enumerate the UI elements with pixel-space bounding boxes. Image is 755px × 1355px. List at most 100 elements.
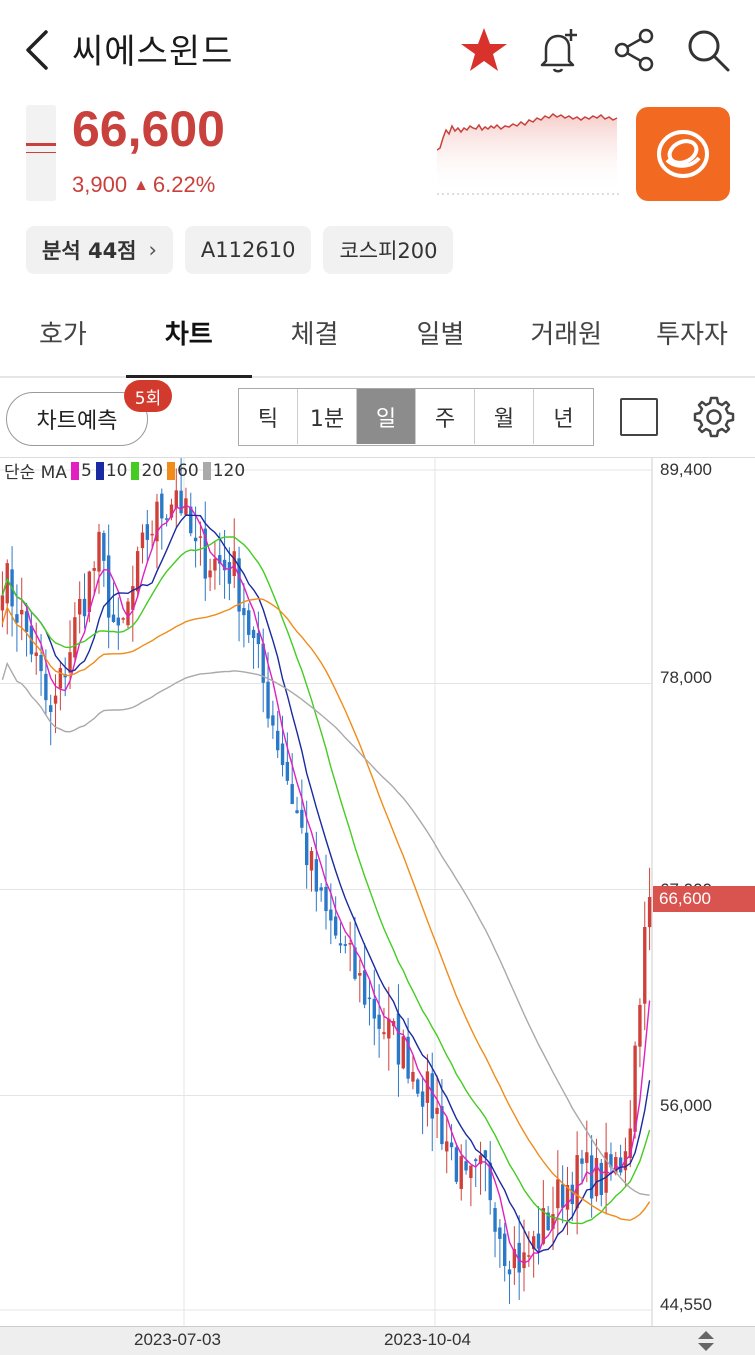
- candle-body: [39, 655, 43, 672]
- candle-body: [647, 897, 652, 928]
- page-title: 씨에스윈드: [72, 32, 234, 72]
- share-icon: [614, 28, 654, 72]
- candle-body: [285, 761, 290, 781]
- chart-toolbar: 차트예측 5회 틱 1분 일 주 월 년: [0, 380, 755, 458]
- candle-body: [150, 533, 154, 536]
- alert-button[interactable]: [532, 24, 584, 76]
- bell-plus-icon: [540, 29, 577, 73]
- day-range-bar: [26, 105, 56, 201]
- x-tick-label: 2023-10-04: [384, 1330, 471, 1349]
- tab-brokers[interactable]: 거래원: [503, 300, 629, 376]
- candle-body: [416, 1079, 420, 1094]
- y-tick-label: 78,000: [660, 668, 712, 687]
- intraday-mini-chart: [437, 113, 619, 195]
- candle-body: [338, 943, 343, 946]
- candle-body: [401, 1036, 405, 1069]
- candle-body: [396, 1013, 401, 1065]
- share-button[interactable]: [608, 24, 660, 76]
- stock-code-chip: A112610: [184, 226, 312, 274]
- candle-body: [314, 859, 319, 892]
- tab-bar: 호가 차트 체결 일별 거래원 투자자: [0, 300, 755, 378]
- candle-body: [53, 695, 58, 704]
- candle-body: [174, 490, 178, 509]
- period-year[interactable]: 년: [534, 389, 593, 444]
- candle-body: [556, 1179, 560, 1209]
- candle-body: [358, 973, 362, 976]
- chevron-left-icon: [26, 30, 48, 70]
- candle-body: [449, 1142, 454, 1148]
- candlestick-plot[interactable]: [0, 458, 755, 1355]
- tab-investors[interactable]: 투자자: [629, 300, 755, 376]
- candle-body: [382, 1032, 386, 1035]
- period-day[interactable]: 일: [357, 389, 416, 444]
- ma-10-label: 10: [105, 460, 128, 481]
- candle-body: [44, 673, 48, 701]
- candle-body: [280, 743, 285, 766]
- candle-body: [15, 614, 19, 623]
- candle-body: [73, 617, 77, 658]
- expand-arrows-icon[interactable]: [696, 1329, 716, 1353]
- period-tick[interactable]: 틱: [239, 389, 298, 444]
- candle-body: [24, 611, 29, 632]
- ma-5-label: 5: [80, 460, 92, 481]
- period-1min[interactable]: 1분: [298, 389, 357, 444]
- candle-body: [20, 609, 24, 615]
- candle-body: [164, 518, 169, 520]
- candle-body: [503, 1233, 507, 1267]
- fullscreen-checkbox-icon[interactable]: [620, 398, 658, 436]
- candle-body: [121, 618, 125, 620]
- candle-body: [145, 524, 149, 540]
- day-range-marker: [26, 143, 56, 153]
- candle-body: [49, 705, 53, 712]
- candle-body: [77, 598, 82, 615]
- candle-body: [522, 1252, 526, 1269]
- candle-body: [580, 1158, 584, 1164]
- change-amount: 3,900: [72, 172, 128, 197]
- candle-body: [430, 1073, 434, 1119]
- tab-daily[interactable]: 일별: [377, 300, 503, 376]
- star-icon: [461, 28, 507, 71]
- y-tick-label: 44,550: [660, 1295, 712, 1314]
- price-chart[interactable]: 단순 MA 5 10 20 60 120 89,400 78,000 67,00…: [0, 458, 755, 1355]
- candle-body: [116, 617, 121, 626]
- candle-body: [329, 909, 333, 921]
- candle-body: [213, 558, 217, 571]
- candle-body: [527, 1255, 531, 1257]
- search-button[interactable]: [682, 24, 734, 76]
- candle-body: [304, 832, 309, 866]
- period-month[interactable]: 월: [475, 389, 534, 444]
- candle-body: [111, 614, 116, 623]
- predict-count-badge: 5회: [124, 380, 172, 412]
- ma-20-label: 20: [141, 460, 164, 481]
- candle-body: [575, 1155, 579, 1209]
- candle-body: [276, 730, 280, 751]
- candle-body: [367, 997, 372, 1000]
- candle-body: [459, 1156, 463, 1189]
- candle-body: [251, 629, 256, 639]
- tab-trades[interactable]: 체결: [252, 300, 378, 376]
- back-button[interactable]: [20, 26, 56, 74]
- candle-body: [643, 926, 647, 1004]
- tab-chart[interactable]: 차트: [125, 300, 252, 378]
- price-change: 3,900 ▲ 6.22%: [72, 172, 215, 198]
- gear-icon[interactable]: [690, 394, 736, 440]
- analysis-score-chip[interactable]: 분석 44점 ›: [26, 226, 173, 274]
- candle-body: [232, 551, 236, 577]
- candle-body: [227, 562, 232, 584]
- candle-body: [140, 532, 145, 549]
- favorite-button[interactable]: [458, 24, 510, 76]
- candle-body: [126, 601, 130, 626]
- chip-label: 분석 44점: [42, 239, 137, 263]
- candle-body: [271, 715, 275, 726]
- tab-orderbook[interactable]: 호가: [0, 300, 126, 376]
- index-chip[interactable]: 코스피200: [323, 226, 454, 274]
- candle-body: [411, 1071, 415, 1082]
- candle-body: [324, 886, 328, 912]
- candle-body: [454, 1147, 459, 1182]
- candle-body: [585, 1152, 589, 1163]
- info-chips: 분석 44점 › A112610 코스피200: [26, 226, 454, 274]
- company-logo: [636, 107, 730, 201]
- candle-body: [348, 943, 352, 945]
- period-week[interactable]: 주: [416, 389, 475, 444]
- cs-wind-logo-icon: [657, 130, 709, 178]
